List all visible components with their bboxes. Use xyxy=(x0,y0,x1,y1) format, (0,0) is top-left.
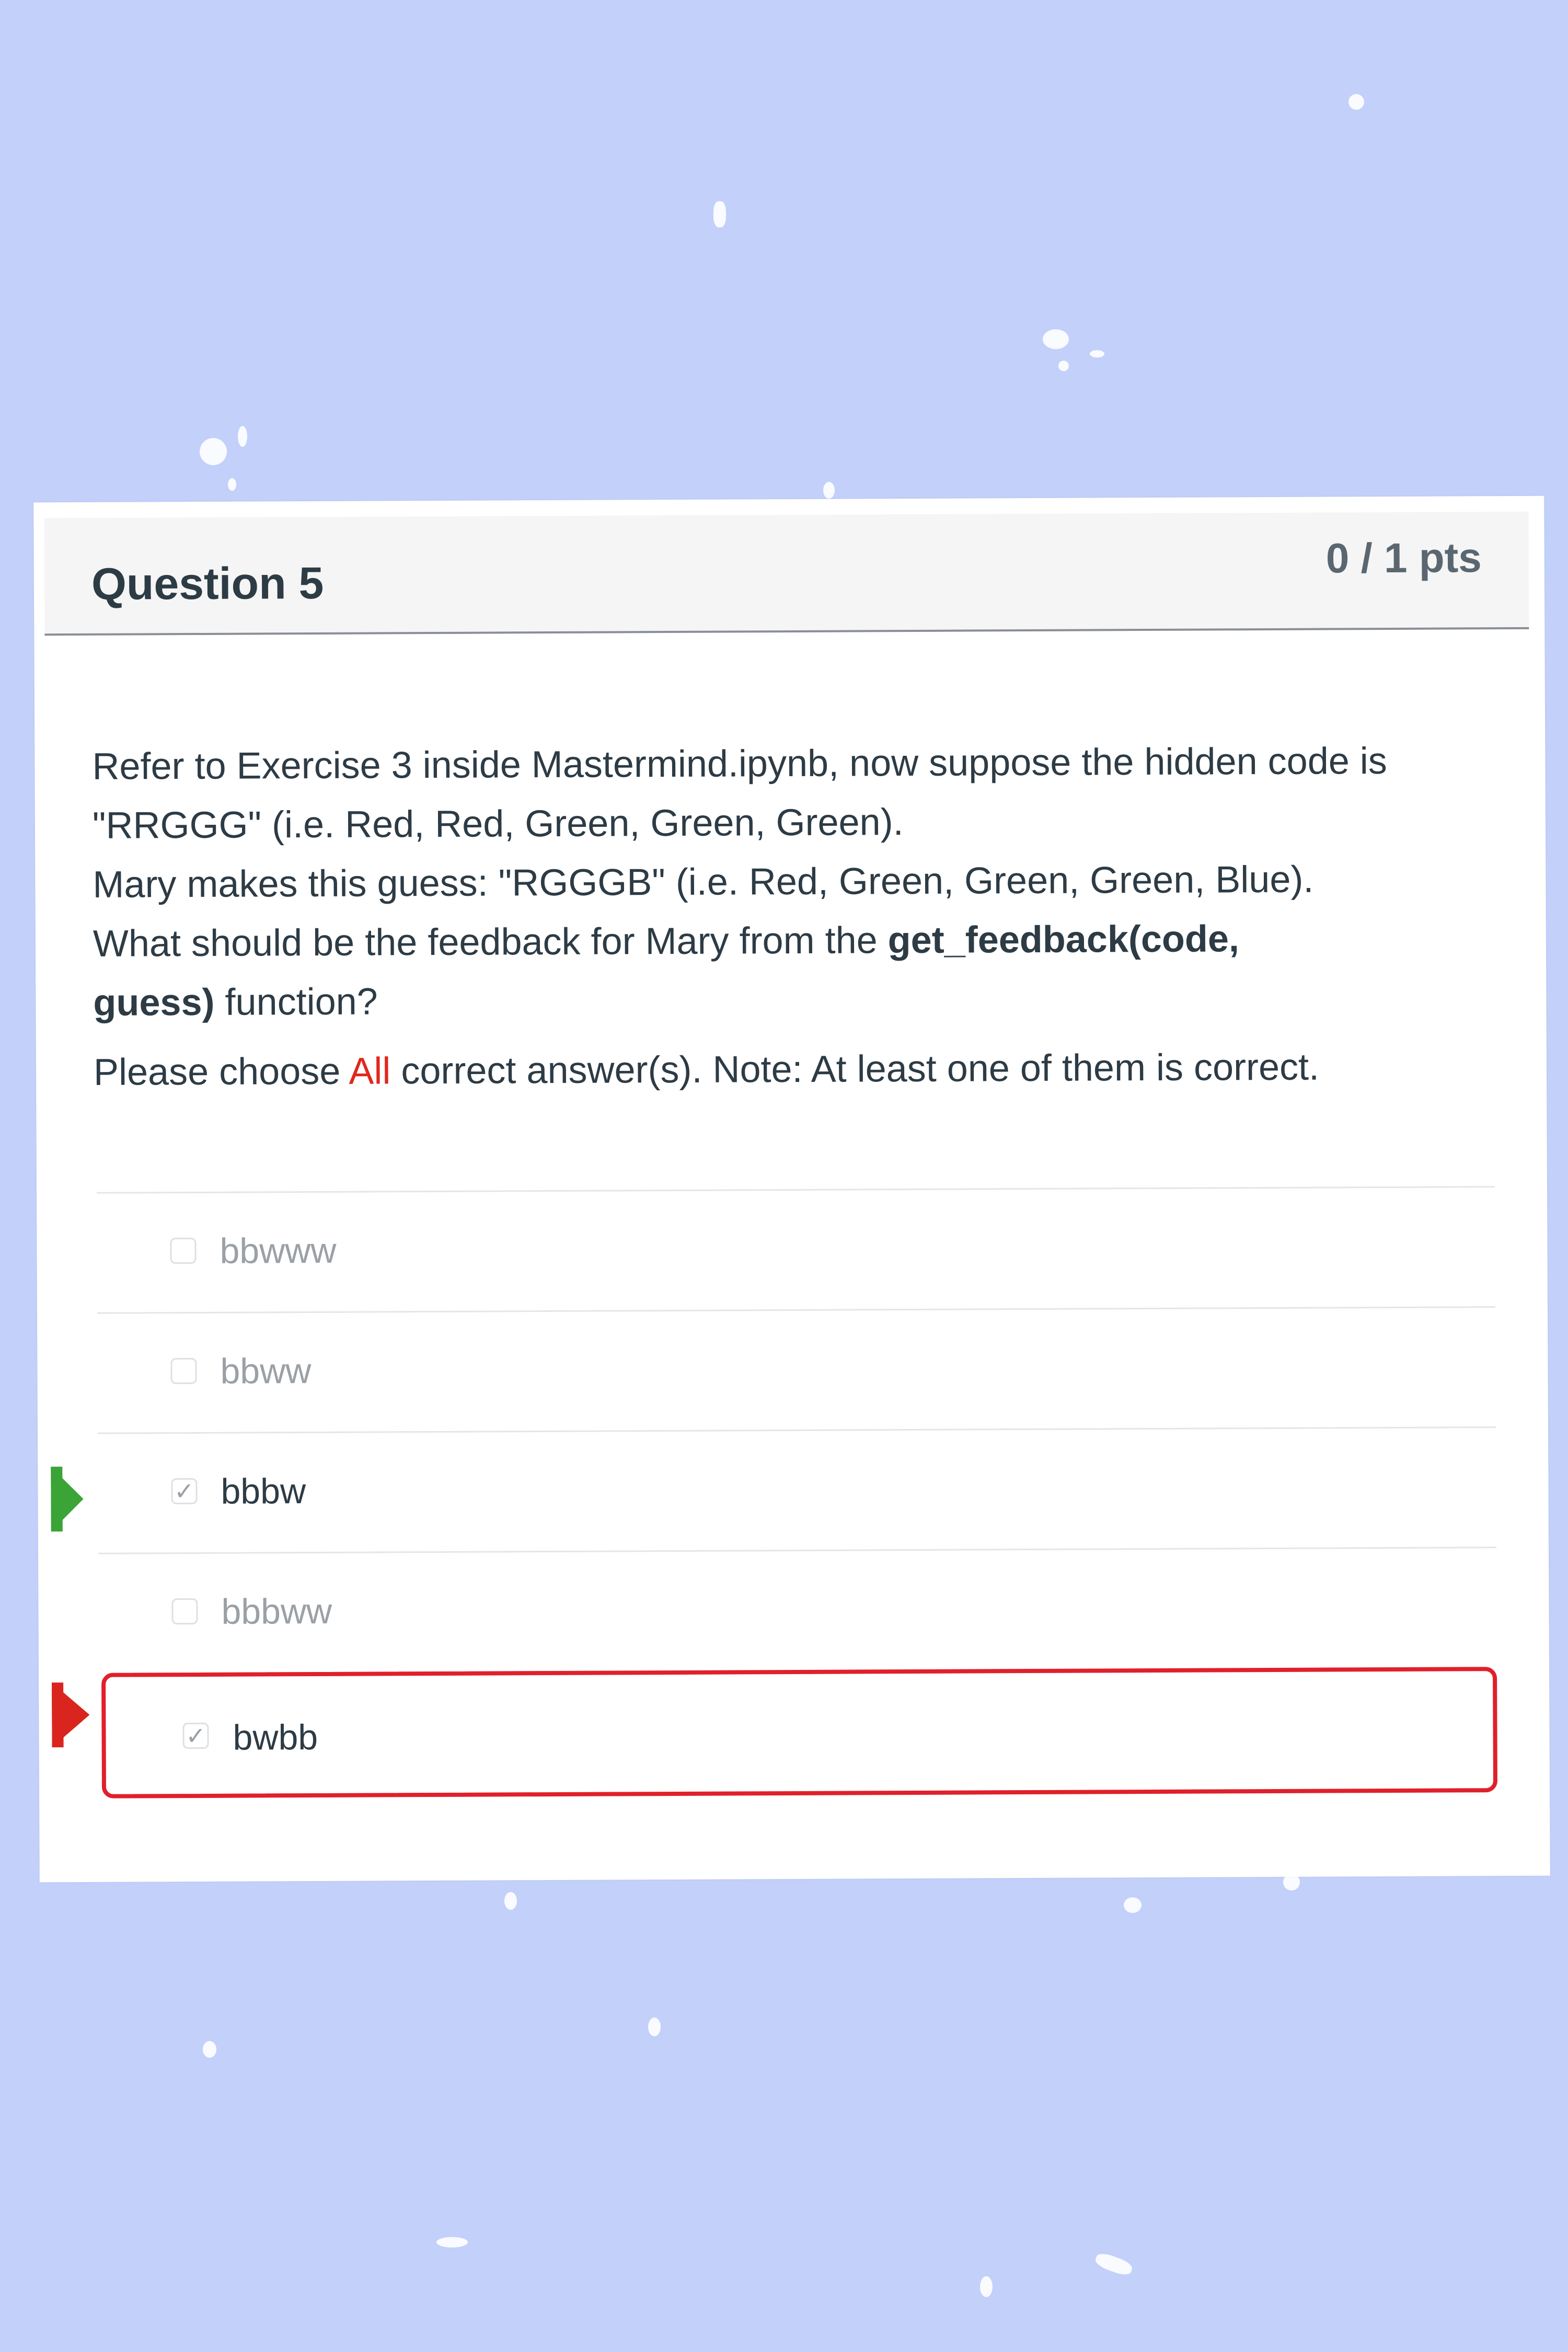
background-speck xyxy=(1058,361,1069,371)
answer-list: bbwww bbww ✓ bbbw bbbww ✓ bwbb xyxy=(97,1186,1498,1798)
background-speck xyxy=(1043,329,1069,349)
answer-instruction: Please choose All correct answer(s). Not… xyxy=(94,1046,1319,1094)
question-text-segment: What should be the feedback for Mary fro… xyxy=(93,919,888,965)
answer-checkbox[interactable] xyxy=(171,1598,198,1625)
answer-label: bbbw xyxy=(221,1471,306,1512)
question-points: 0 / 1 pts xyxy=(1325,534,1482,582)
answer-label: bwbb xyxy=(233,1717,318,1758)
background-speck xyxy=(504,1892,517,1910)
function-name-bold: guess) xyxy=(93,981,215,1024)
question-text: Refer to Exercise 3 inside Mastermind.ip… xyxy=(92,731,1504,1033)
instruction-prefix: Please choose xyxy=(93,1050,349,1093)
question-text-line: guess) function? xyxy=(93,967,1504,1033)
instruction-suffix: correct answer(s). Note: At least one of… xyxy=(390,1046,1320,1092)
answer-checkbox[interactable]: ✓ xyxy=(171,1477,198,1505)
instruction-accent: All xyxy=(349,1050,391,1092)
answer-checkbox[interactable] xyxy=(170,1237,197,1264)
answer-option[interactable]: ✓ bbbw xyxy=(98,1426,1496,1553)
background-speck xyxy=(1348,94,1364,110)
background-speck xyxy=(228,478,236,491)
question-card: Question 5 0 / 1 pts Refer to Exercise 3… xyxy=(33,495,1550,1883)
question-text-line: Refer to Exercise 3 inside Mastermind.ip… xyxy=(92,740,1387,788)
answer-option-incorrect[interactable]: ✓ bwbb xyxy=(101,1667,1498,1798)
answer-checkbox[interactable] xyxy=(170,1357,197,1385)
check-icon: ✓ xyxy=(186,1722,206,1750)
background-speck xyxy=(238,426,247,447)
question-title: Question 5 xyxy=(91,558,324,609)
background-speck xyxy=(980,2276,993,2297)
question-text-line: What should be the feedback for Mary fro… xyxy=(93,908,1504,974)
check-icon: ✓ xyxy=(174,1477,194,1505)
green-arrow-icon xyxy=(51,1466,84,1532)
answer-label: bbww xyxy=(220,1351,312,1391)
background-speck xyxy=(1093,2251,1134,2278)
background-speck xyxy=(1090,350,1104,358)
question-text-line: Mary makes this guess: "RGGGB" (i.e. Red… xyxy=(93,858,1314,906)
answer-option[interactable]: bbbww xyxy=(98,1547,1497,1673)
answer-checkbox[interactable]: ✓ xyxy=(182,1722,209,1750)
background-speck xyxy=(436,2237,468,2247)
background-speck xyxy=(713,201,726,227)
question-text-line: "RRGGG" (i.e. Red, Red, Green, Green, Gr… xyxy=(92,801,904,847)
background-speck xyxy=(1124,1897,1142,1913)
red-arrow-icon xyxy=(52,1682,90,1748)
function-name-bold: get_feedback(code, xyxy=(887,918,1240,962)
background-speck xyxy=(200,438,227,465)
answer-label: bbbww xyxy=(221,1591,332,1632)
background-speck xyxy=(648,2017,661,2036)
answer-option[interactable]: bbww xyxy=(97,1306,1496,1433)
background-speck xyxy=(203,2041,216,2058)
question-text-segment: function? xyxy=(214,981,378,1023)
question-header: Question 5 0 / 1 pts xyxy=(44,511,1529,636)
answer-option[interactable]: bbwww xyxy=(97,1186,1495,1312)
background-speck xyxy=(823,482,835,499)
answer-label: bbwww xyxy=(220,1230,337,1271)
